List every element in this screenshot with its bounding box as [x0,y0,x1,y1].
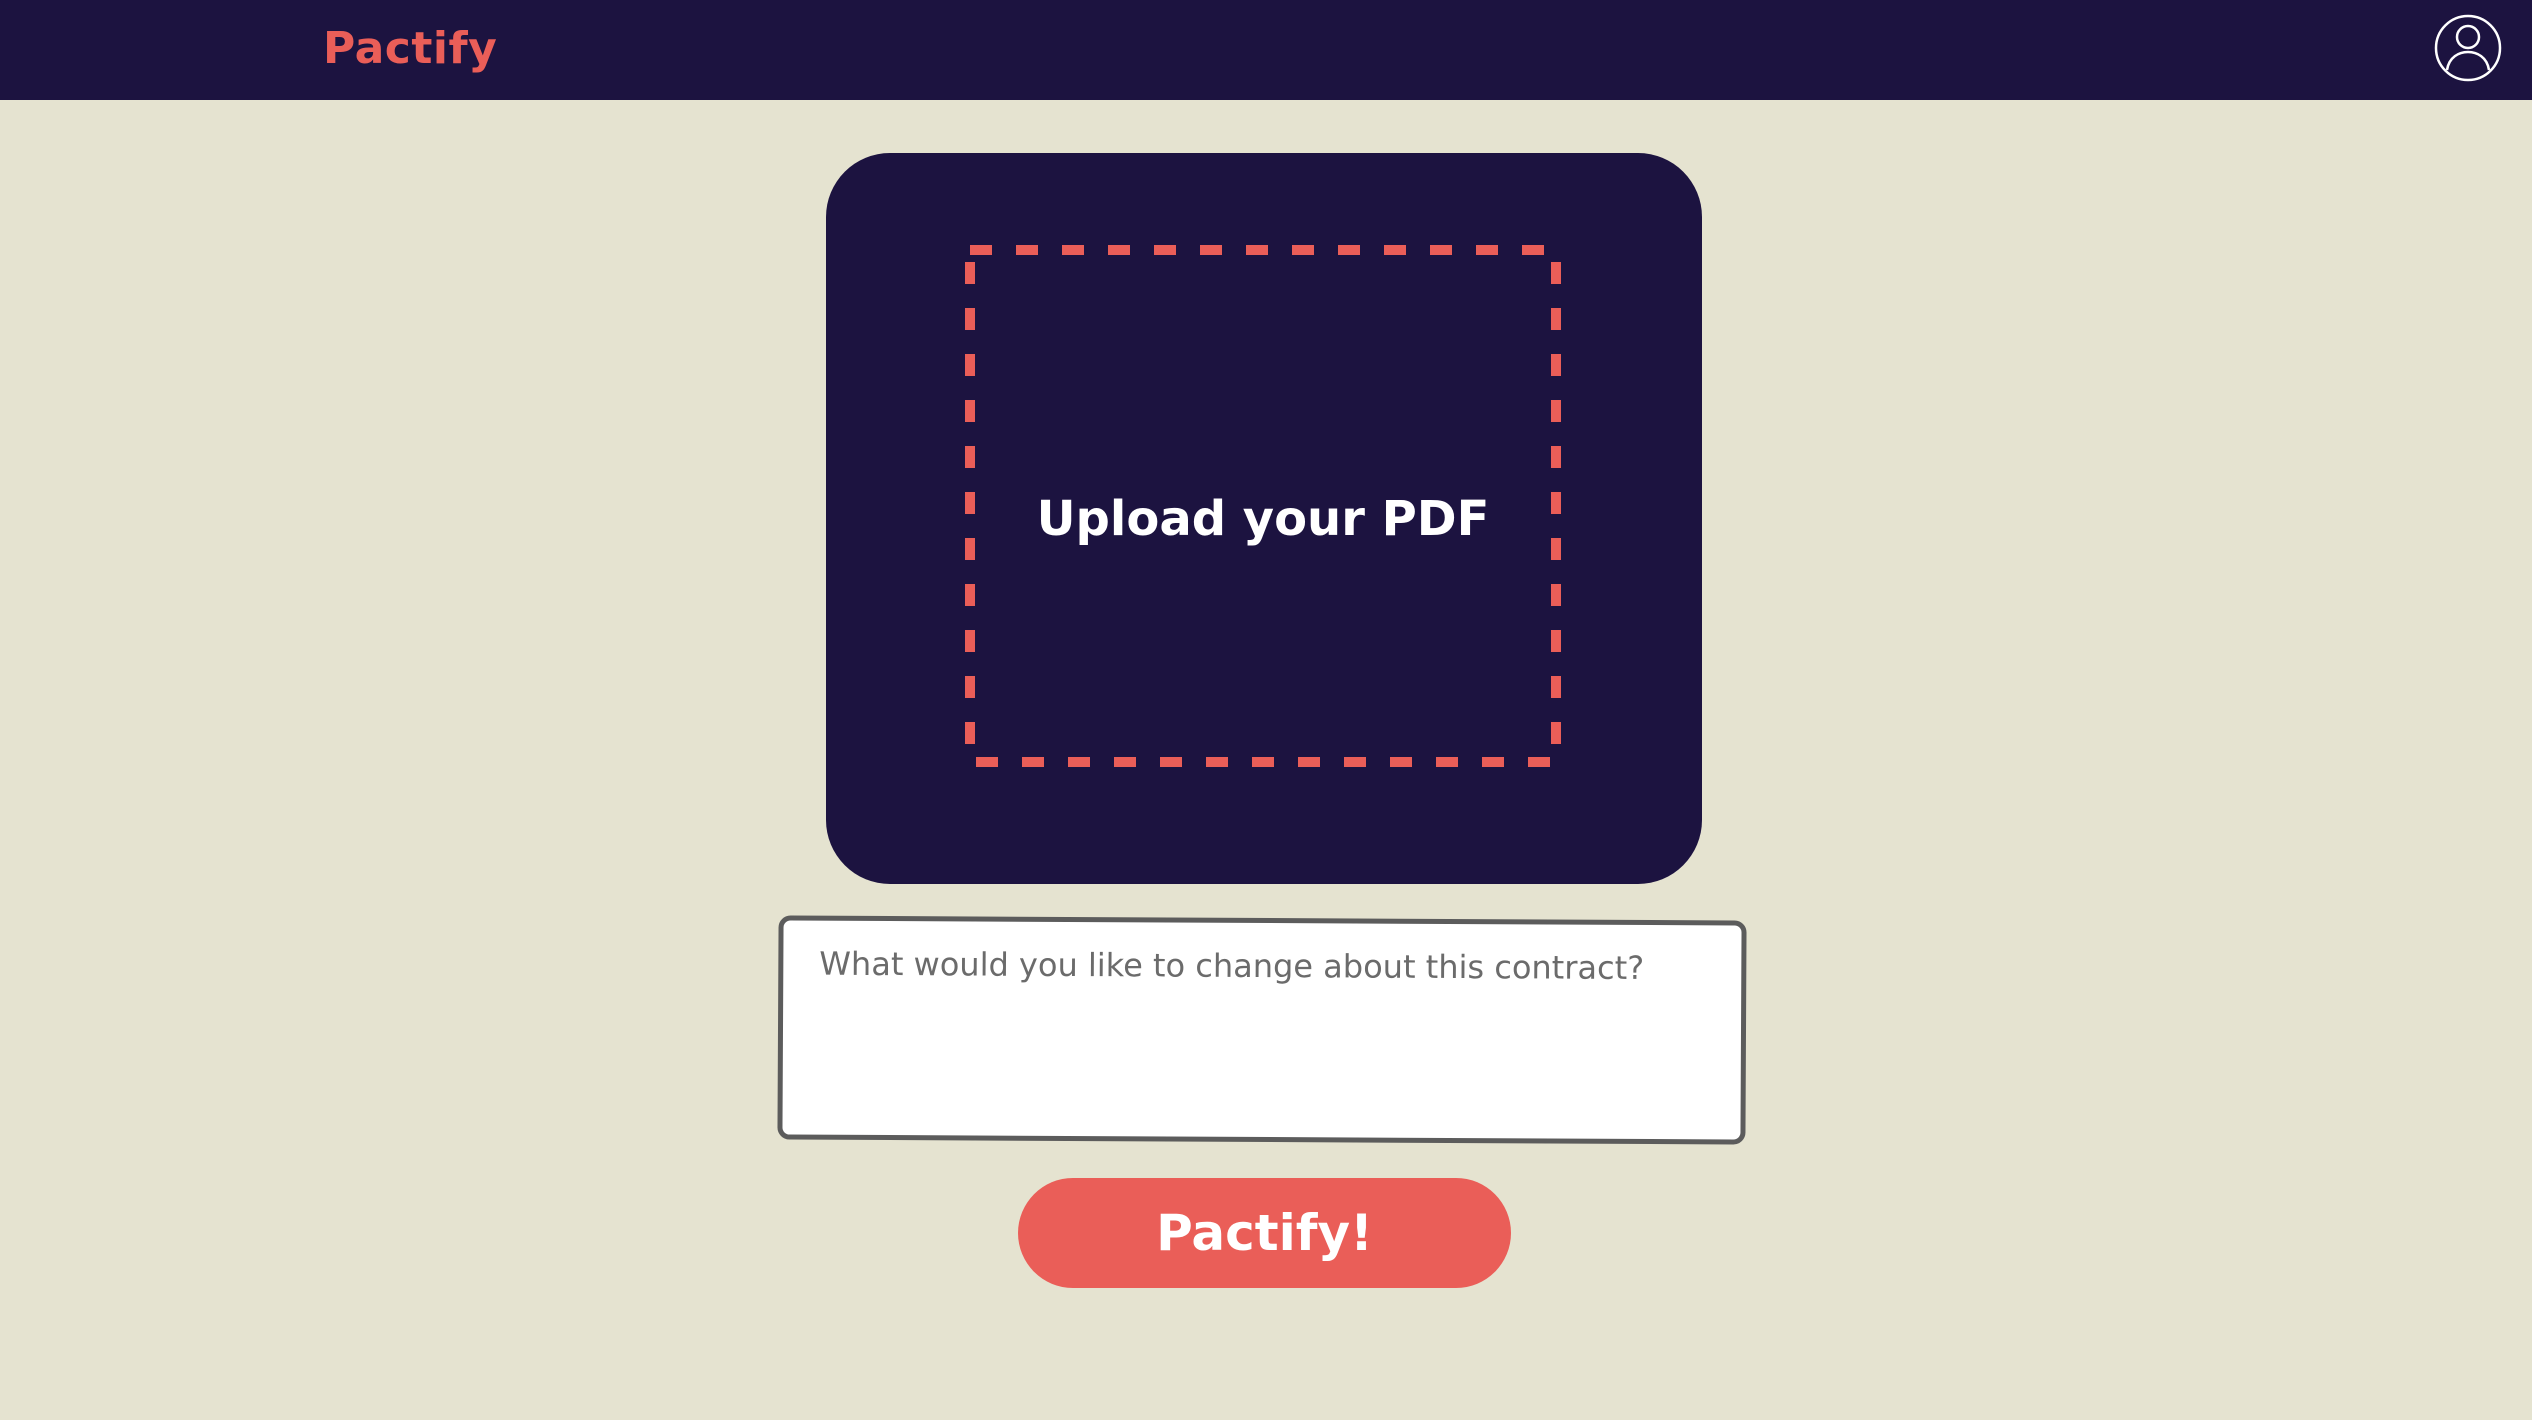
top-navbar: Pactify [0,0,2532,100]
pactify-submit-button[interactable]: Pactify! [1018,1178,1511,1288]
contract-change-prompt-box [777,915,1747,1145]
user-account-icon[interactable] [2433,13,2503,83]
upload-pdf-label: Upload your PDF [1036,491,1490,547]
brand-logo[interactable]: Pactify [323,20,497,78]
contract-change-input[interactable] [777,915,1747,1145]
